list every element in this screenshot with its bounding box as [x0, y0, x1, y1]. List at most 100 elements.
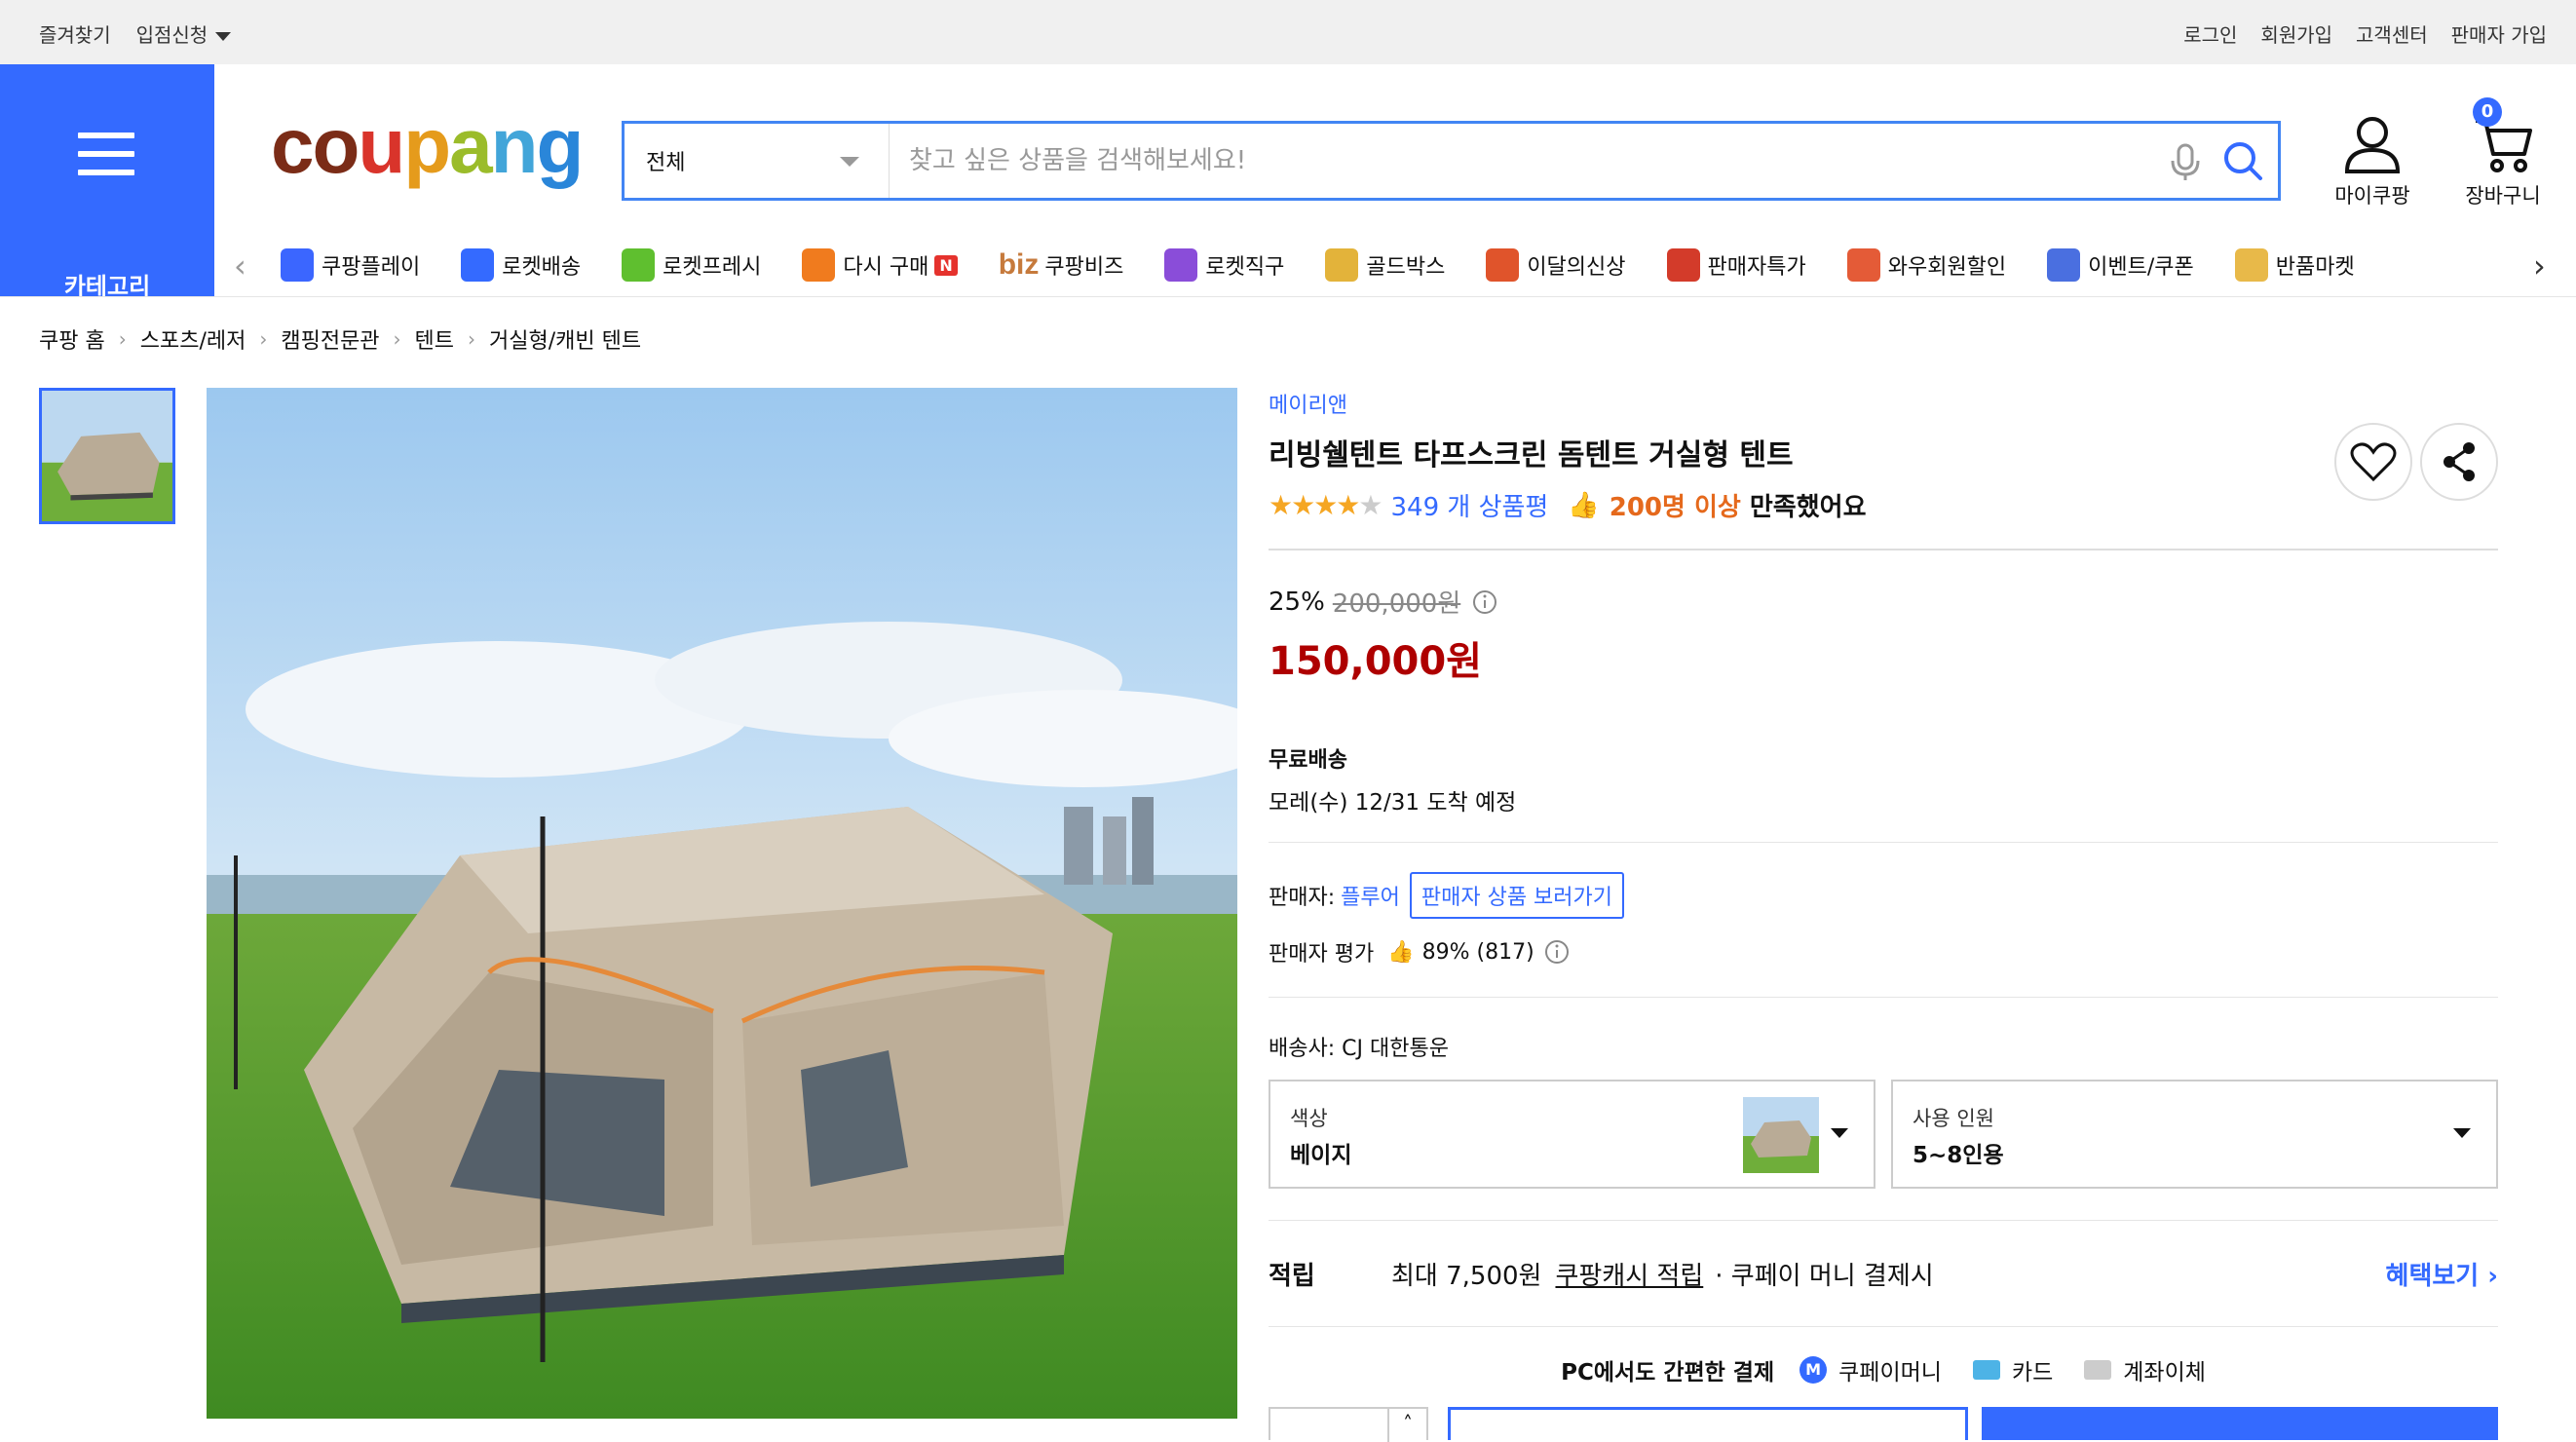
delivery-date: 모레(수) 12/31 도착 예정: [1269, 790, 1517, 816]
seller-row: 판매자: 플루어 판매자 상품 보러가기: [1269, 872, 2498, 919]
capacity-option-select[interactable]: 사용 인원 5~8인용: [1891, 1080, 2498, 1189]
pay-card: 카드: [2011, 1360, 2054, 1385]
section-divider: [1269, 842, 2498, 843]
cart-button[interactable]: 장바구니: [2449, 113, 2557, 209]
sale-price: 150,000원: [1269, 639, 1482, 684]
share-button[interactable]: [2420, 423, 2498, 501]
heart-icon: [2350, 442, 2397, 482]
nav-item[interactable]: 로켓배송: [461, 244, 581, 286]
chevron-right-icon: ›: [259, 327, 268, 351]
chevron-right-icon: ›: [118, 327, 127, 351]
search-category-select[interactable]: 전체: [625, 124, 890, 198]
buy-now-button[interactable]: [1982, 1407, 2498, 1440]
product-main-image: [207, 388, 1237, 1419]
carrier: 배송사: CJ 대한통운: [1269, 1037, 1449, 1061]
nav-item[interactable]: 골드박스: [1325, 244, 1445, 286]
nav-item[interactable]: 로켓프레시: [622, 244, 761, 286]
product-title: 리빙쉘텐트 타프스크린 돔텐트 거실형 텐트: [1269, 438, 1794, 473]
breadcrumb-link[interactable]: 스포츠/레저: [140, 323, 246, 355]
share-icon: [2443, 442, 2475, 481]
payment-methods: PC에서도 간편한 결제 M 쿠페이머니 카드 계좌이체: [1269, 1327, 2498, 1413]
section-divider: [1269, 549, 2498, 550]
nav-item[interactable]: biz 쿠팡비즈: [999, 244, 1124, 286]
store-signup-menu[interactable]: 입점신청: [136, 19, 232, 48]
option-selectors: 색상 베이지 사용 인원 5~8인용: [1269, 1080, 2498, 1189]
seller-label: 판매자:: [1269, 886, 1336, 910]
product-info: 메이리앤 리빙쉘텐트 타프스크린 돔텐트 거실형 텐트 ★★★★★ 349 개 …: [1269, 388, 2498, 1413]
logo-letter: g: [536, 102, 585, 189]
nav-item[interactable]: 이달의신상: [1486, 244, 1626, 286]
original-price: 200,000원: [1332, 589, 1461, 619]
breadcrumb-link[interactable]: 쿠팡 홈: [39, 323, 105, 355]
nav-item-label: 골드박스: [1366, 255, 1446, 280]
nav-item[interactable]: 이벤트/쿠폰: [2047, 244, 2194, 286]
bookmark-link[interactable]: 즐겨찾기: [39, 19, 111, 48]
nav-item[interactable]: 로켓직구: [1164, 244, 1284, 286]
section-divider: [1269, 997, 2498, 998]
satisfaction-count: 200명 이상: [1609, 493, 1741, 522]
info-icon[interactable]: [1542, 937, 1572, 967]
reward-label: 적립: [1269, 1261, 1315, 1291]
brand-link[interactable]: 메이리앤: [1269, 388, 2498, 419]
breadcrumb-link[interactable]: 텐트: [415, 323, 454, 355]
breadcrumb-link[interactable]: 캠핑전문관: [281, 323, 379, 355]
nav-item[interactable]: 다시 구매 N: [802, 244, 958, 286]
customer-center-link[interactable]: 고객센터: [2356, 19, 2428, 48]
my-coupang-label: 마이쿠팡: [2334, 184, 2410, 208]
rocket-icon: [461, 248, 495, 282]
tent-photo: [207, 388, 1237, 1419]
nav-item-label: 쿠팡플레이: [322, 255, 421, 280]
coupang-logo[interactable]: coupang: [271, 107, 584, 185]
product-thumbnail[interactable]: [39, 388, 175, 524]
new-bag-icon: [1486, 248, 1520, 282]
color-option-select[interactable]: 색상 베이지: [1269, 1080, 1875, 1189]
login-link[interactable]: 로그인: [2183, 19, 2237, 48]
nav-item[interactable]: 와우회원할인: [1846, 244, 2006, 286]
sale-market-icon: [2234, 248, 2268, 282]
nav-item[interactable]: 판매자특가: [1666, 244, 1806, 286]
quantity-stepper[interactable]: ˄: [1269, 1407, 1428, 1442]
rating-row: ★★★★★ 349 개 상품평 👍 200명 이상 만족했어요: [1269, 487, 2498, 523]
percent-badge-icon: [1666, 248, 1700, 282]
category-menu-button[interactable]: 카테고리: [0, 64, 214, 300]
reward-row: 적립 최대 7,500원 쿠팡캐시 적립 · 쿠페이 머니 결제시 혜택보기 ›: [1269, 1221, 2498, 1326]
search-icon[interactable]: [2210, 132, 2278, 190]
basket-icon: [802, 248, 836, 282]
increase-button[interactable]: ˄: [1387, 1409, 1426, 1442]
biz-icon: biz: [998, 248, 1040, 281]
seller-join-link[interactable]: 판매자 가입: [2451, 19, 2547, 48]
review-count-link[interactable]: 349 개 상품평: [1391, 487, 1549, 523]
chevron-right-icon[interactable]: ›: [2523, 247, 2546, 285]
nav-item[interactable]: 쿠팡플레이: [281, 244, 420, 286]
play-icon: [281, 248, 314, 282]
seller-name-link[interactable]: 플루어: [1341, 880, 1400, 911]
add-to-cart-button[interactable]: [1448, 1407, 1968, 1440]
chevron-down-icon: [840, 157, 859, 167]
bank-transfer-icon: [2084, 1360, 2112, 1380]
user-icon: [2344, 117, 2401, 173]
reward-max: 최대 7,500원: [1391, 1261, 1542, 1291]
chevron-left-icon[interactable]: ‹: [234, 247, 246, 285]
new-badge: N: [934, 254, 958, 276]
wishlist-button[interactable]: [2334, 423, 2412, 501]
nav-item-label: 판매자특가: [1707, 255, 1806, 280]
pay-title: PC에서도 간편한 결제: [1561, 1360, 1775, 1385]
nav-item[interactable]: 반품마켓: [2234, 244, 2355, 286]
nav-item-label: 로켓직구: [1205, 255, 1285, 280]
card-icon: [1972, 1360, 2000, 1380]
search-input[interactable]: [890, 124, 2161, 198]
benefits-link[interactable]: 혜택보기 ›: [2386, 1256, 2498, 1292]
my-coupang-button[interactable]: 마이쿠팡: [2319, 113, 2426, 209]
coupon-icon: [2047, 248, 2081, 282]
microphone-icon[interactable]: [2161, 132, 2210, 190]
chevron-right-icon: ›: [468, 327, 476, 351]
logo-letter: a: [449, 102, 492, 189]
seller-products-button[interactable]: 판매자 상품 보러가기: [1409, 872, 1625, 919]
info-icon[interactable]: [1470, 588, 1499, 617]
nav-item-label: 쿠팡비즈: [1044, 255, 1124, 280]
pay-money: 쿠페이머니: [1838, 1360, 1942, 1385]
coupang-cash-link[interactable]: 쿠팡캐시 적립: [1555, 1256, 1703, 1292]
breadcrumb-link[interactable]: 거실형/캐빈 텐트: [489, 323, 641, 355]
join-link[interactable]: 회원가입: [2260, 19, 2332, 48]
chevron-right-icon: ›: [393, 327, 401, 351]
